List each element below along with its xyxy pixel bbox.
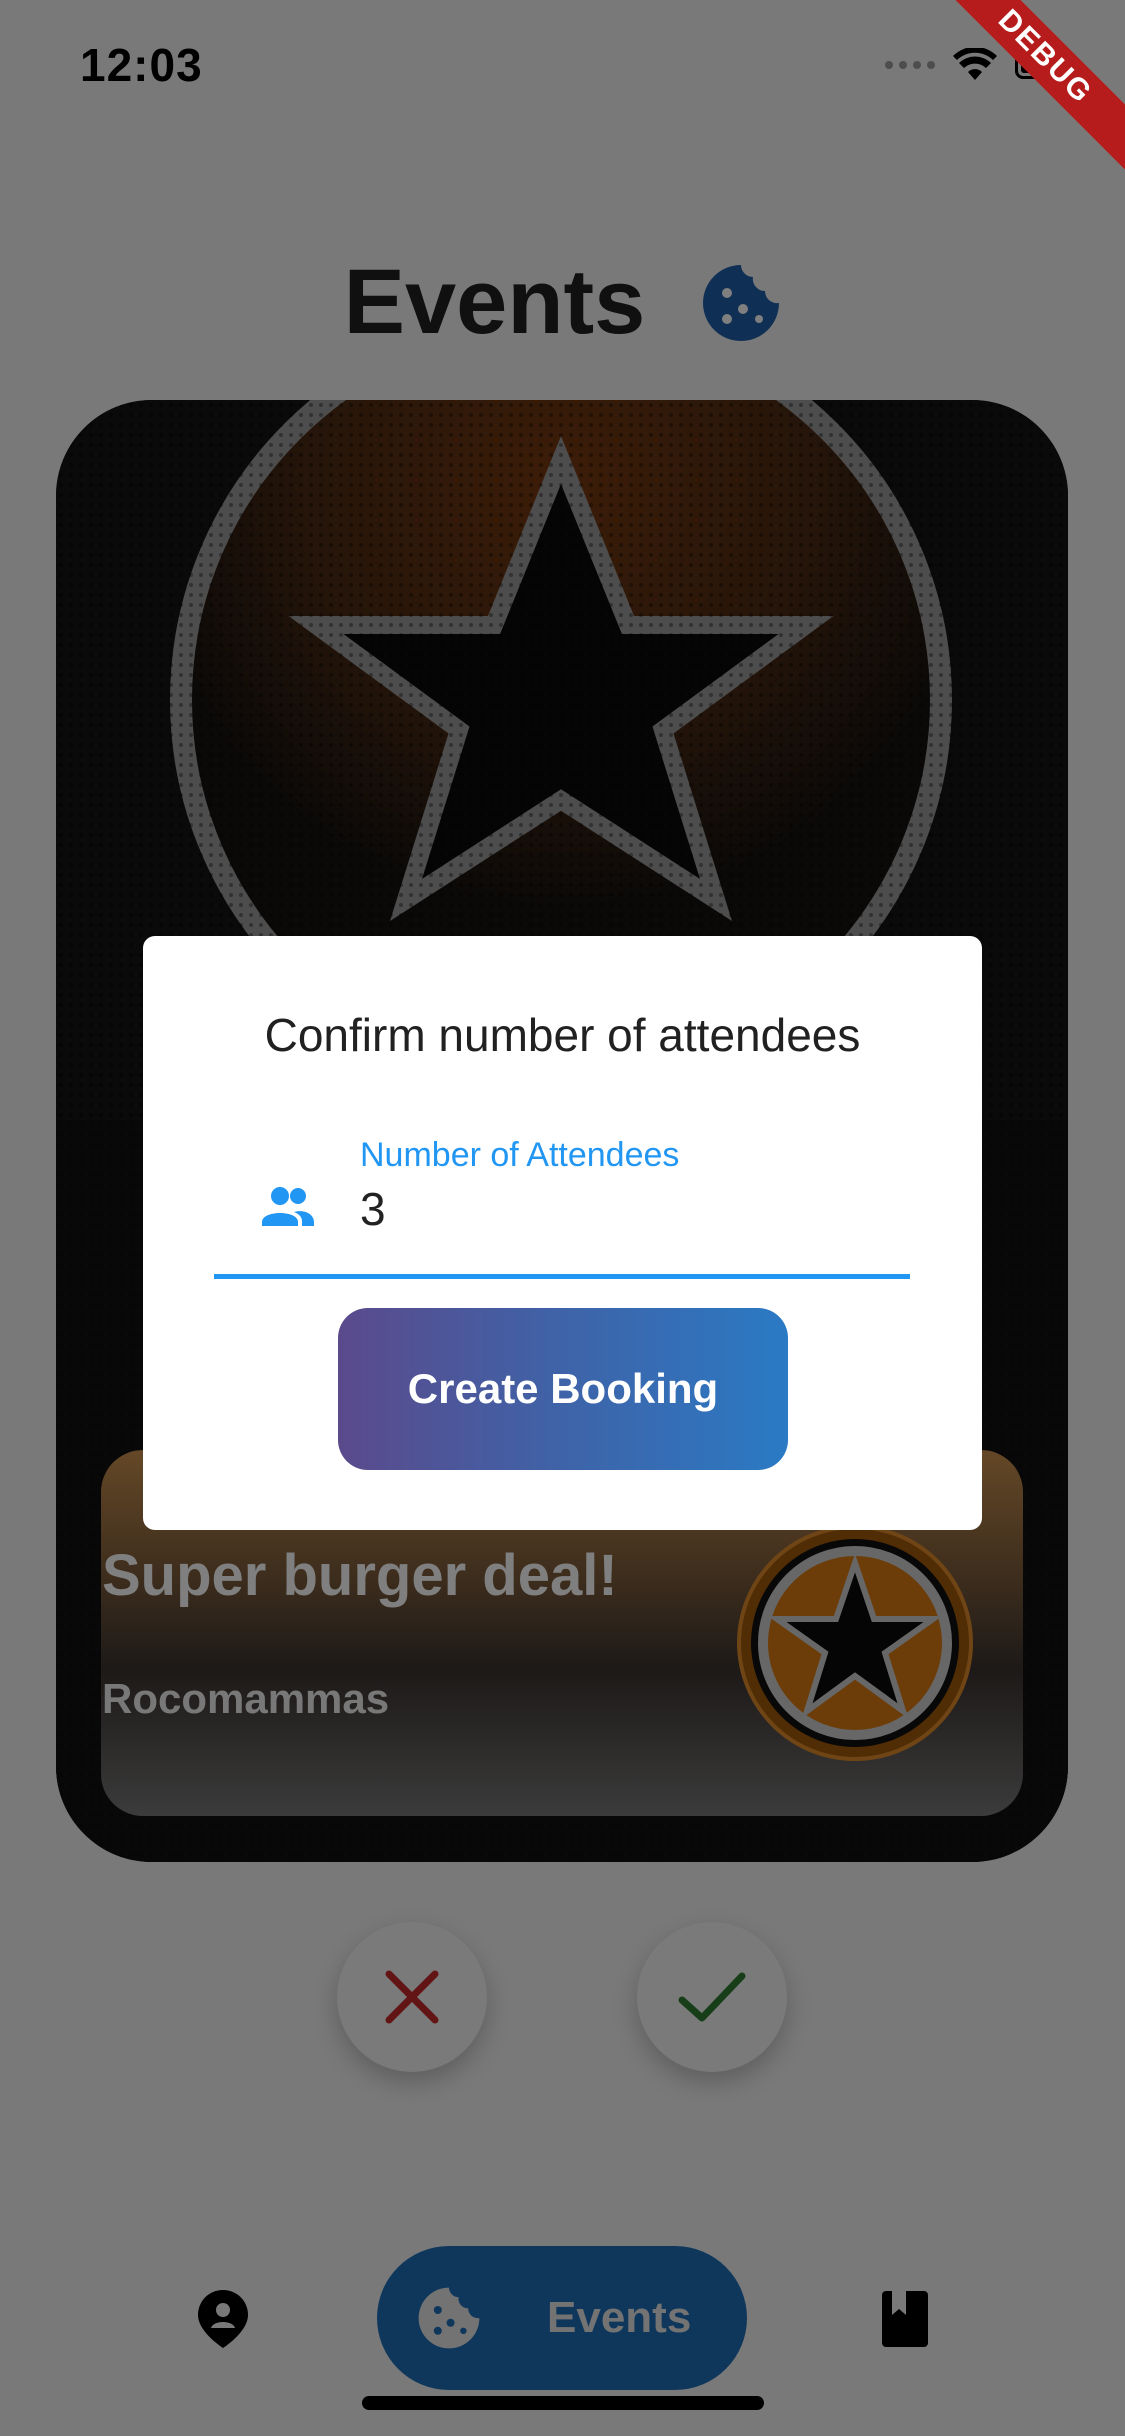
create-booking-button[interactable]: Create Booking xyxy=(338,1308,788,1470)
attendees-dialog: Confirm number of attendees Number of At… xyxy=(143,936,982,1530)
attendees-field: Number of Attendees xyxy=(214,1136,910,1236)
attendees-input[interactable] xyxy=(360,1182,900,1236)
attendees-field-label: Number of Attendees xyxy=(360,1136,680,1174)
people-icon xyxy=(262,1187,314,1226)
attendees-field-underline xyxy=(214,1274,910,1279)
dialog-title: Confirm number of attendees xyxy=(264,1009,861,1061)
